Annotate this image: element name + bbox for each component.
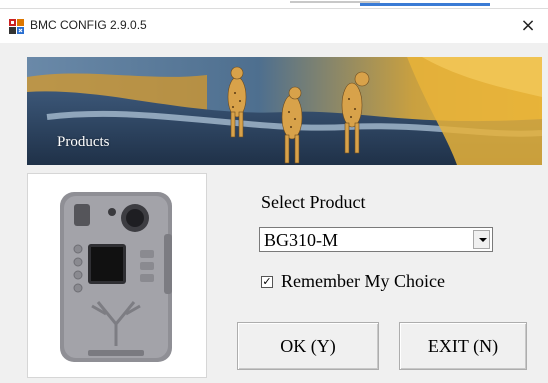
dropdown-arrow-icon[interactable] [473,230,490,249]
remember-choice-checkbox[interactable]: ✓ [261,276,273,288]
remember-choice-label[interactable]: Remember My Choice [281,271,445,292]
title-bar[interactable]: BMC CONFIG 2.9.0.5 × [0,9,548,43]
close-icon: × [520,15,536,36]
banner-label: Products [57,134,110,150]
background-window-fragment-blue [360,3,490,6]
window-title: BMC CONFIG 2.9.0.5 [30,18,147,32]
select-product-label: Select Product [261,192,366,212]
ok-button[interactable]: OK (Y) [237,322,379,370]
close-button[interactable]: × [512,13,544,39]
product-image-panel [27,173,207,378]
config-dialog: BMC CONFIG 2.9.0.5 × Products Select Pro… [0,8,548,383]
trail-camera-image [60,192,172,362]
product-select[interactable]: BG310-M [259,227,493,252]
app-icon [8,18,25,35]
products-banner: Products [27,57,542,165]
product-select-value: BG310-M [264,230,339,250]
exit-button[interactable]: EXIT (N) [399,322,527,370]
background-window-strip [0,0,548,8]
